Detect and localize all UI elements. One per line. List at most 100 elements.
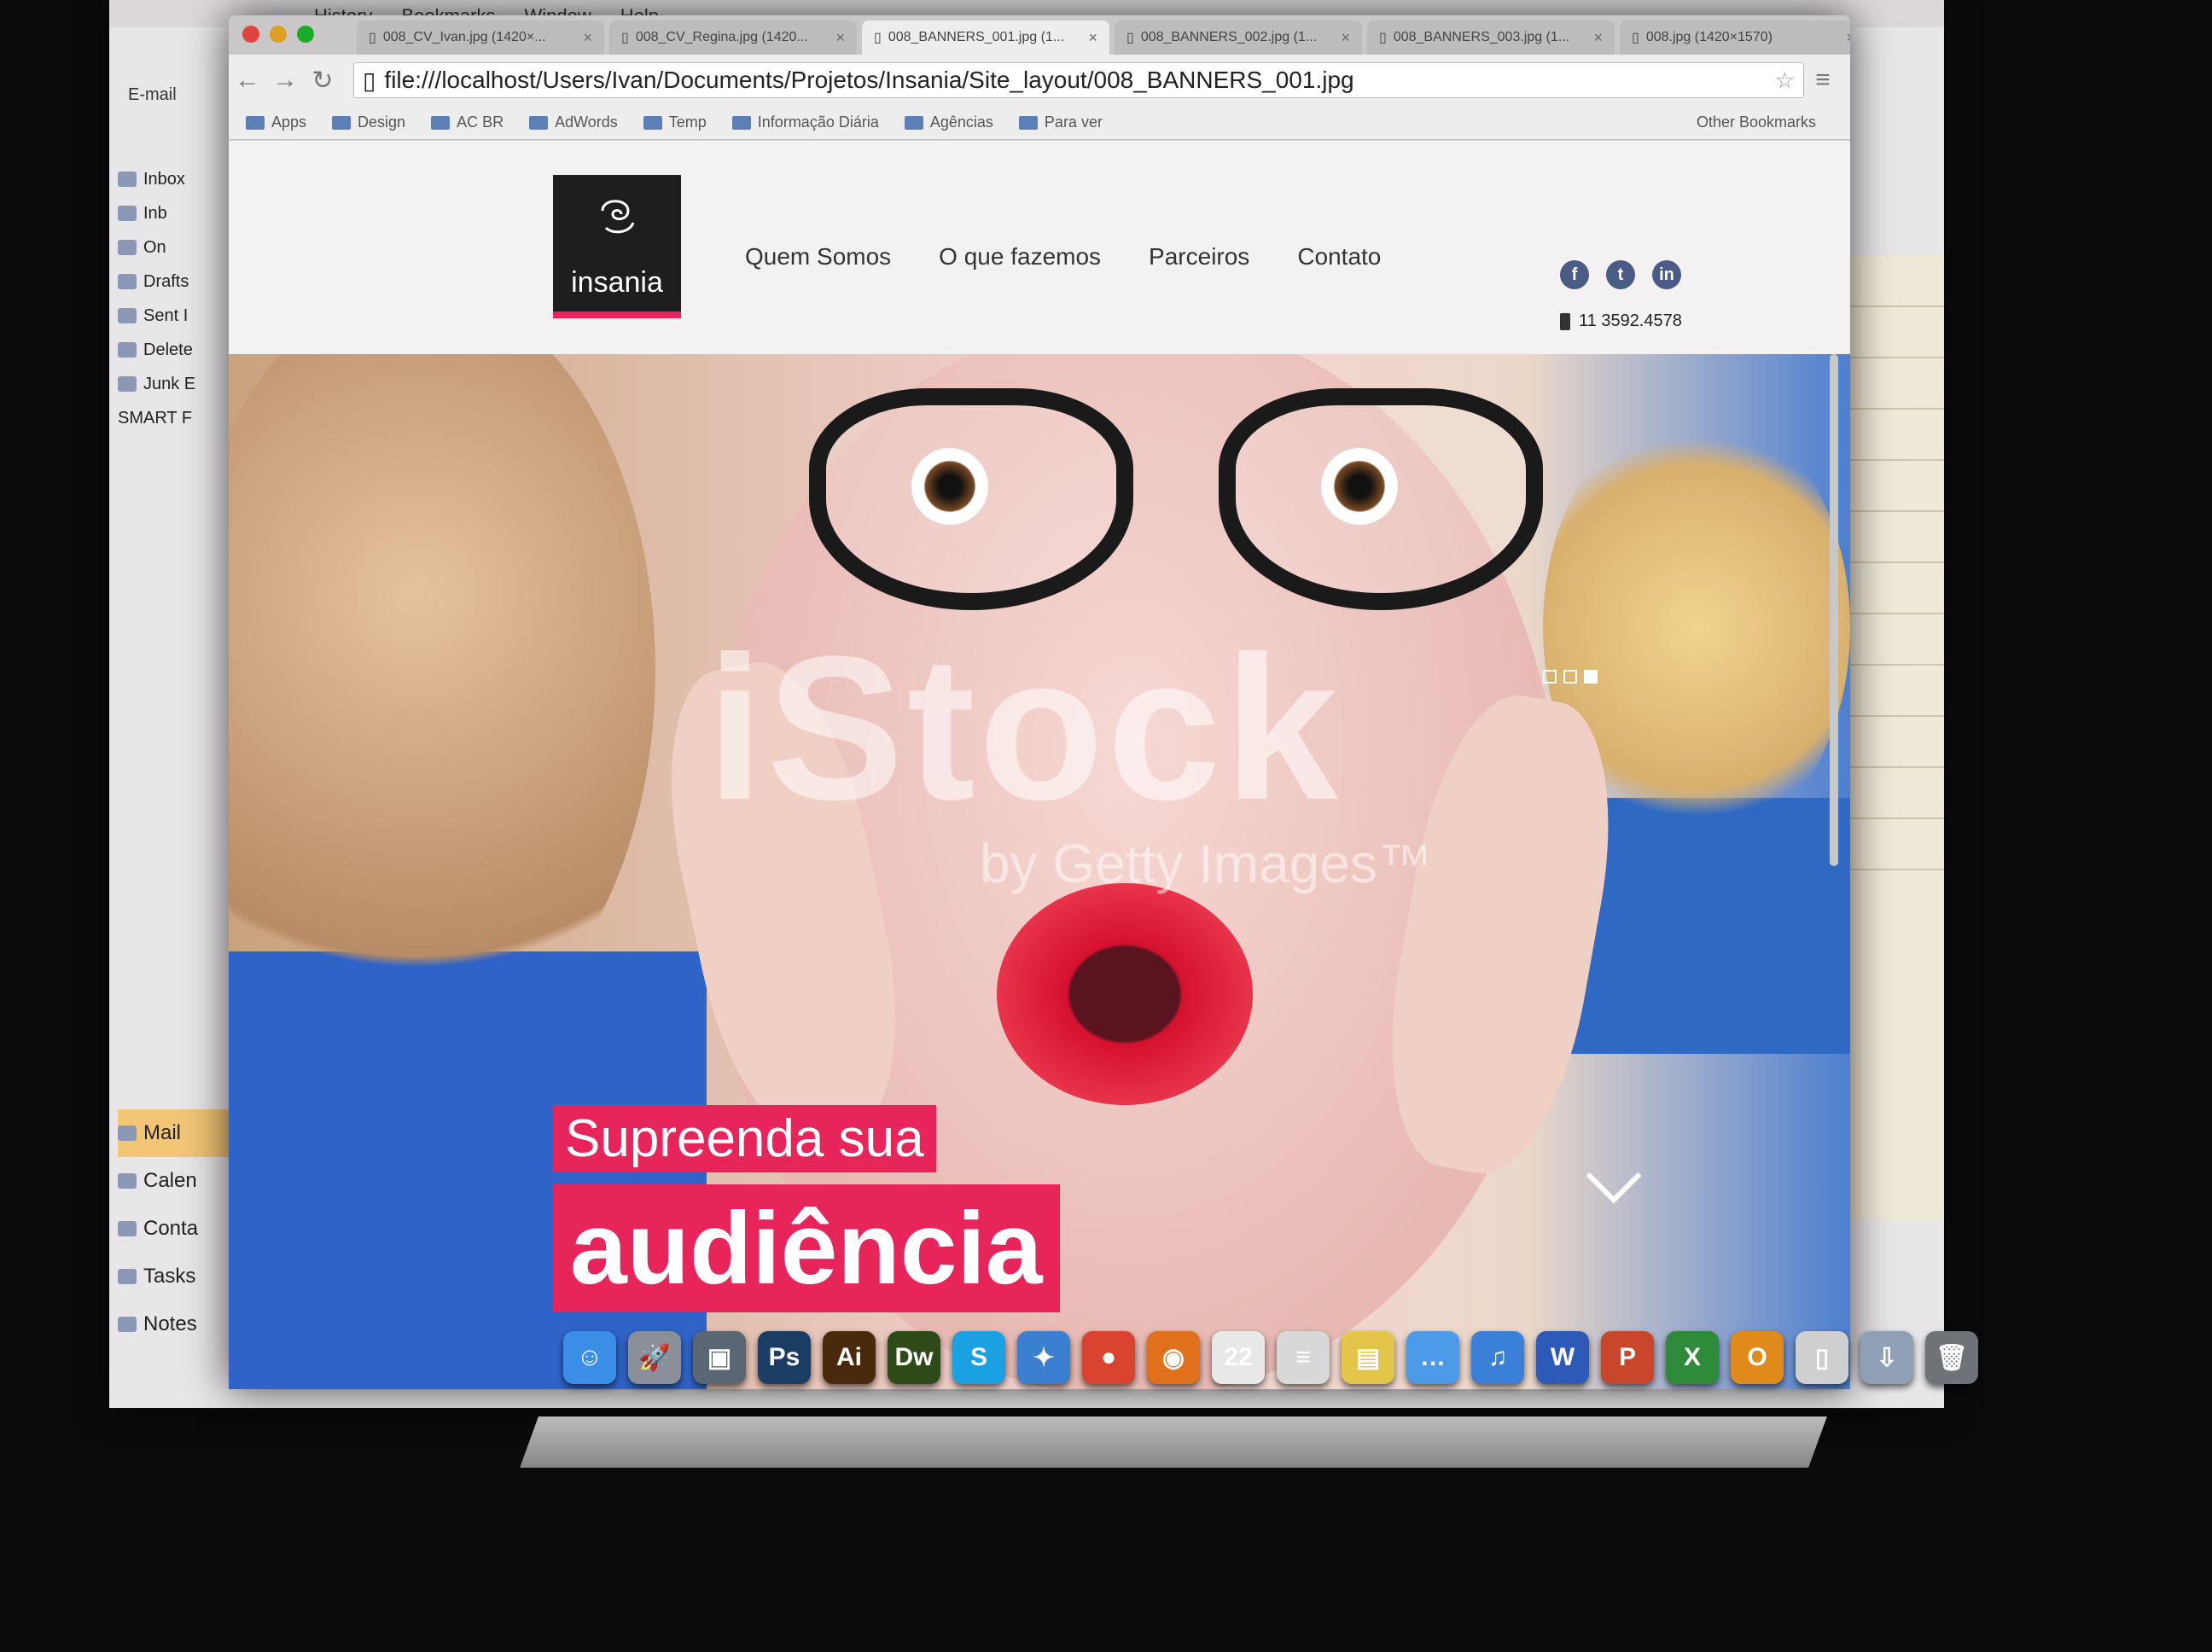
bookmark-label: AdWords xyxy=(555,113,618,131)
browser-tab[interactable]: ▯ 008.jpg (1420×1570) × xyxy=(1620,20,1850,55)
bookmark-label: Design xyxy=(358,113,406,131)
messages-icon[interactable]: … xyxy=(1406,1331,1459,1384)
browser-tab[interactable]: ▯ 008_BANNERS_003.jpg (1... × xyxy=(1367,20,1615,55)
inbox-icon xyxy=(118,172,137,187)
folder-sent[interactable]: Sent I xyxy=(118,299,246,333)
launchpad-icon[interactable]: 🚀 xyxy=(628,1331,681,1384)
bookmark-item[interactable]: Apps xyxy=(246,113,306,131)
folder-inbox-sub[interactable]: Inb xyxy=(118,196,246,230)
safari-icon[interactable]: ✦ xyxy=(1017,1331,1070,1384)
page-scrollbar[interactable] xyxy=(1830,354,1838,866)
bookmark-item[interactable]: Informação Diária xyxy=(731,113,879,131)
firefox-icon[interactable]: ◉ xyxy=(1147,1331,1200,1384)
hero-banner: iStock by Getty Images™ Supreenda sua au… xyxy=(229,354,1850,1389)
finder-icon[interactable]: ☺ xyxy=(563,1331,616,1384)
bookmark-item[interactable]: Temp xyxy=(643,113,707,131)
logo-swirl-icon xyxy=(601,200,635,234)
bookmark-item[interactable]: AC BR xyxy=(431,113,504,131)
dock-shelf xyxy=(520,1416,1827,1468)
browser-tab[interactable]: ▯ 008_BANNERS_002.jpg (1... × xyxy=(1115,20,1362,55)
slide-dot-1[interactable] xyxy=(1543,670,1557,683)
word-icon[interactable]: W xyxy=(1536,1331,1589,1384)
twitter-icon[interactable]: t xyxy=(1606,260,1635,289)
nav-quem-somos[interactable]: Quem Somos xyxy=(745,243,891,270)
tab-label: 008_CV_Ivan.jpg (1420×... xyxy=(382,30,546,44)
close-tab-icon[interactable]: × xyxy=(1341,29,1350,47)
nav-tasks[interactable]: Tasks xyxy=(118,1253,246,1300)
bookmark-item[interactable]: Agências xyxy=(904,113,993,131)
glasses-graphic xyxy=(775,388,1543,610)
browser-tab[interactable]: ▯ 008_BANNERS_001.jpg (1... × xyxy=(862,20,1109,55)
close-tab-icon[interactable]: × xyxy=(583,29,592,47)
file-icon: ▯ xyxy=(1126,31,1134,45)
trash-icon[interactable]: 🗑 xyxy=(1925,1331,1978,1384)
folder-drafts[interactable]: Drafts xyxy=(118,265,246,299)
bookmark-item[interactable]: Design xyxy=(332,113,405,131)
powerpoint-icon[interactable]: P xyxy=(1601,1331,1654,1384)
bookmark-item[interactable]: AdWords xyxy=(529,113,618,131)
calendar-icon[interactable]: 22 xyxy=(1212,1331,1265,1384)
browser-tab[interactable]: ▯ 008_CV_Ivan.jpg (1420×... × xyxy=(357,20,604,55)
close-tab-icon[interactable]: × xyxy=(1846,29,1850,47)
dreamweaver-icon[interactable]: Dw xyxy=(888,1331,940,1384)
insania-logo[interactable]: insania xyxy=(553,175,681,318)
document-icon[interactable]: ▯ xyxy=(1796,1331,1848,1384)
folder-icon xyxy=(1018,115,1038,130)
address-bar[interactable]: ▯ file:///localhost/Users/Ivan/Documents… xyxy=(353,62,1804,98)
email-toolbar-label[interactable]: E-mail xyxy=(128,85,177,105)
main-nav: Quem Somos O que fazemos Parceiros Conta… xyxy=(745,243,1381,270)
outlook-folder-list: Inbox Inb On Drafts Sent I Delete Junk E… xyxy=(118,162,246,435)
linkedin-icon[interactable]: in xyxy=(1652,260,1681,289)
bookmark-item[interactable]: Para ver xyxy=(1018,113,1103,131)
nav-contacts[interactable]: Conta xyxy=(118,1205,246,1253)
browser-tab[interactable]: ▯ 008_CV_Regina.jpg (1420... × xyxy=(609,20,857,55)
textedit-icon[interactable]: ≡ xyxy=(1277,1331,1330,1384)
folder-icon xyxy=(431,115,451,130)
illustrator-icon[interactable]: Ai xyxy=(823,1331,876,1384)
bookmark-label: Temp xyxy=(668,113,707,131)
itunes-icon[interactable]: ♫ xyxy=(1471,1331,1524,1384)
folder-junk[interactable]: Junk E xyxy=(118,367,246,401)
photo-icon[interactable]: ▣ xyxy=(693,1331,746,1384)
nav-o-que-fazemos[interactable]: O que fazemos xyxy=(939,243,1101,270)
nav-mail[interactable]: Mail xyxy=(118,1109,246,1157)
bookmarks-bar: Apps Design AC BR AdWords Temp Informação Diá… xyxy=(229,106,1850,140)
apps-icon xyxy=(246,115,265,130)
close-window-button[interactable] xyxy=(242,26,259,43)
outlook-icon[interactable]: O xyxy=(1731,1331,1784,1384)
facebook-icon[interactable]: f xyxy=(1560,260,1589,289)
close-tab-icon[interactable]: × xyxy=(1593,29,1603,47)
other-bookmarks[interactable]: Other Bookmarks xyxy=(1697,113,1850,131)
nav-notes[interactable]: Notes xyxy=(118,1300,246,1348)
folder-inbox[interactable]: Inbox xyxy=(118,162,246,196)
inbox-icon xyxy=(118,206,137,221)
folder-deleted[interactable]: Delete xyxy=(118,333,246,367)
minimize-window-button[interactable] xyxy=(270,26,287,43)
excel-icon[interactable]: X xyxy=(1666,1331,1719,1384)
back-button[interactable]: ← xyxy=(229,66,266,95)
slide-dot-2[interactable] xyxy=(1563,670,1577,683)
tab-label: 008_BANNERS_003.jpg (1... xyxy=(1393,30,1570,44)
close-tab-icon[interactable]: × xyxy=(835,29,845,47)
close-tab-icon[interactable]: × xyxy=(1088,29,1097,47)
photoshop-icon[interactable]: Ps xyxy=(758,1331,811,1384)
forward-button[interactable]: → xyxy=(266,66,304,95)
mail-icon xyxy=(118,1126,137,1141)
chrome-icon[interactable]: ● xyxy=(1082,1331,1135,1384)
nav-contato[interactable]: Contato xyxy=(1297,243,1381,270)
bookmark-star-icon[interactable]: ☆ xyxy=(1775,67,1803,94)
chevron-down-icon[interactable] xyxy=(1586,1148,1642,1204)
tab-label: 008.jpg (1420×1570) xyxy=(1645,30,1773,44)
bookmark-label: AC BR xyxy=(457,113,504,131)
folder-on[interactable]: On xyxy=(118,230,246,265)
downloads-icon[interactable]: ⇩ xyxy=(1860,1331,1913,1384)
skype-icon[interactable]: S xyxy=(952,1331,1005,1384)
slide-dot-3[interactable] xyxy=(1584,670,1598,683)
stickies-icon[interactable]: ▤ xyxy=(1342,1331,1394,1384)
menu-icon[interactable]: ≡ xyxy=(1804,66,1842,95)
zoom-window-button[interactable] xyxy=(297,26,314,43)
reload-button[interactable]: ↻ xyxy=(304,66,341,96)
folder-smart[interactable]: SMART F xyxy=(118,401,246,435)
nav-parceiros[interactable]: Parceiros xyxy=(1149,243,1249,270)
nav-calendar[interactable]: Calen xyxy=(118,1157,246,1205)
